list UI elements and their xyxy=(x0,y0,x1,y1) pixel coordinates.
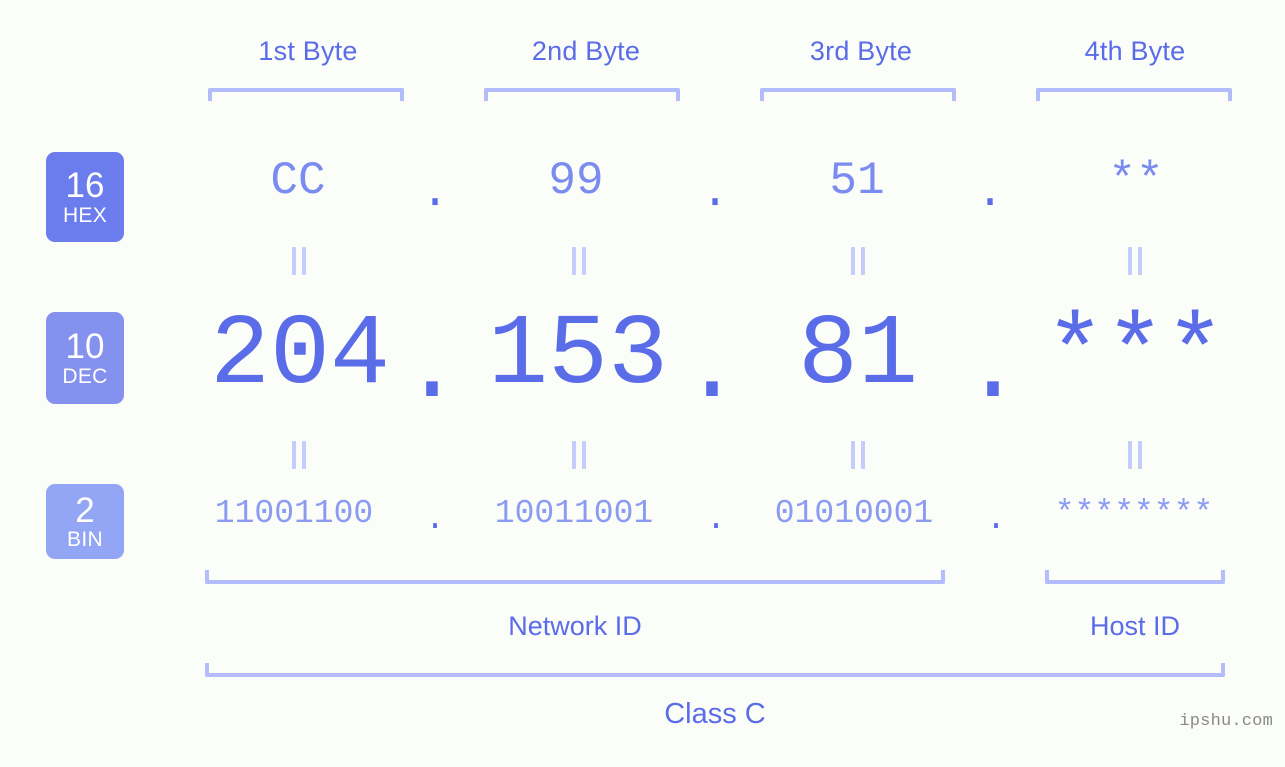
class-bracket xyxy=(205,663,1225,677)
dec-byte-2: 153 xyxy=(487,300,669,413)
equals-mark-dec-bin-4 xyxy=(1128,441,1142,469)
dec-byte-3: 81 xyxy=(797,300,919,413)
hex-byte-2: 99 xyxy=(548,155,604,207)
class-label: Class C xyxy=(664,698,766,730)
bin-byte-4: ******** xyxy=(1054,495,1214,532)
watermark: ipshu.com xyxy=(1179,712,1273,731)
base-badge-hex: 16 HEX xyxy=(46,152,124,242)
byte-bracket-4 xyxy=(1036,88,1232,101)
base-badge-bin-number: 2 xyxy=(75,490,95,530)
base-badge-bin-unit: BIN xyxy=(67,528,103,552)
base-badge-bin: 2 BIN xyxy=(46,484,124,559)
base-badge-dec-number: 10 xyxy=(65,327,105,367)
bin-byte-2: 10011001 xyxy=(494,495,654,532)
base-badge-dec-unit: DEC xyxy=(62,364,108,388)
byte-header-3: 3rd Byte xyxy=(809,36,913,66)
bin-byte-3: 01010001 xyxy=(774,495,934,532)
equals-mark-dec-bin-2 xyxy=(572,441,586,469)
host-id-bracket xyxy=(1045,570,1225,584)
equals-mark-hex-dec-1 xyxy=(292,247,306,275)
byte-header-4: 4th Byte xyxy=(1084,36,1186,66)
equals-mark-hex-dec-3 xyxy=(851,247,865,275)
equals-mark-hex-dec-4 xyxy=(1128,247,1142,275)
byte-header-2: 2nd Byte xyxy=(531,36,641,66)
base-badge-dec: 10 DEC xyxy=(46,312,124,404)
equals-mark-dec-bin-1 xyxy=(292,441,306,469)
byte-header-1: 1st Byte xyxy=(258,36,358,66)
byte-bracket-1 xyxy=(208,88,404,101)
network-id-label: Network ID xyxy=(508,611,642,641)
host-id-label: Host ID xyxy=(1089,611,1181,641)
hex-byte-1: CC xyxy=(270,155,326,207)
equals-mark-hex-dec-2 xyxy=(572,247,586,275)
byte-bracket-3 xyxy=(760,88,956,101)
dec-byte-1: 204 xyxy=(209,300,391,413)
bin-byte-1: 11001100 xyxy=(214,495,374,532)
byte-bracket-2 xyxy=(484,88,680,101)
hex-separator-3: . xyxy=(976,167,1004,219)
hex-byte-3: 51 xyxy=(829,155,885,207)
hex-byte-4: ** xyxy=(1108,155,1164,207)
ip-address-diagram: 1st Byte 2nd Byte 3rd Byte 4th Byte 16 H… xyxy=(0,0,1285,767)
base-badge-hex-number: 16 xyxy=(65,166,105,206)
base-badge-hex-unit: HEX xyxy=(62,203,108,227)
dec-byte-4: *** xyxy=(1044,300,1226,413)
network-id-bracket xyxy=(205,570,945,584)
equals-mark-dec-bin-3 xyxy=(851,441,865,469)
